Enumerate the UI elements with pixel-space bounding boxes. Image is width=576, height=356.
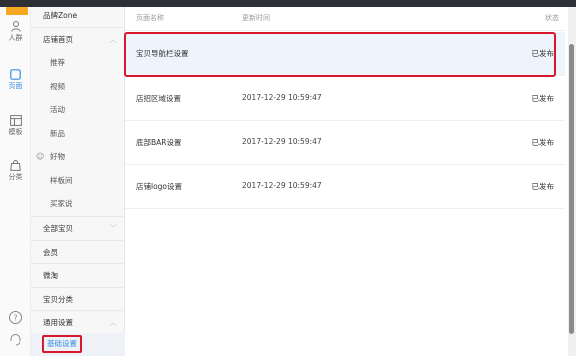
menu-item-showroom[interactable]: 样板间 — [31, 169, 125, 192]
menu-item-activity[interactable]: 活动 — [31, 98, 125, 121]
row-status: 已发布 — [531, 138, 555, 147]
menu-label-showroom: 样板间 — [50, 176, 73, 185]
row-updated: 2017-12-29 10:59:47 — [242, 181, 322, 190]
top-bar — [0, 0, 576, 7]
headset-icon[interactable] — [8, 332, 23, 347]
rail-label-category: 分类 — [8, 173, 23, 181]
row-name: 店招区域设置 — [136, 94, 181, 103]
menu-label-goods: 好物 — [50, 152, 65, 161]
menu-item-basic-settings[interactable]: 基础设置 — [42, 335, 82, 353]
table-row[interactable]: 底部BAR设置 2017-12-29 10:59:47 已发布 — [125, 121, 565, 165]
menu-item-all-items[interactable]: 全部宝贝 ﹀ — [31, 216, 125, 239]
table-row[interactable]: 店铺logo设置 2017-12-29 10:59:47 已发布 — [125, 165, 565, 209]
menu-item-member[interactable]: 会员 — [31, 240, 125, 263]
menu-label-weitao: 微淘 — [43, 271, 58, 280]
chevron-down-icon: ﹀ — [109, 224, 117, 233]
row-status: 已发布 — [531, 182, 555, 191]
menu-label-buyer-says: 买家说 — [50, 199, 73, 208]
menu-label-activity: 活动 — [50, 105, 65, 114]
table-row[interactable]: 店招区域设置 2017-12-29 10:59:47 已发布 — [125, 77, 565, 121]
column-header-updated: 更新时间 — [242, 14, 270, 22]
chevron-up-icon: ︿ — [109, 318, 117, 327]
column-header-status: 状态 — [545, 14, 559, 22]
menu-item-general-settings[interactable]: 通用设置 ︿ — [31, 310, 125, 333]
row-name: 店铺logo设置 — [136, 182, 183, 191]
icon-rail: 人群 页面 模板 分类 ? — [0, 7, 31, 356]
help-icon[interactable]: ? — [8, 310, 23, 325]
rail-item-page[interactable]: 页面 — [0, 69, 31, 91]
row-updated: 2017-12-29 10:59:47 — [242, 93, 322, 102]
menu-label-video: 视频 — [50, 82, 65, 91]
notification-badge — [6, 7, 28, 15]
rail-item-crowd[interactable]: 人群 — [0, 21, 31, 43]
svg-text:?: ? — [13, 314, 17, 323]
menu-label-basic-settings: 基础设置 — [47, 339, 77, 348]
menu-label-general-settings: 通用设置 — [43, 318, 73, 327]
scrollbar-thumb[interactable] — [569, 44, 574, 334]
menu-label-recommend: 推荐 — [50, 58, 65, 67]
menu-item-brand-zone[interactable]: 品牌Zone — [31, 7, 125, 25]
row-name: 宝贝导航栏设置 — [136, 49, 189, 58]
side-menu: 品牌Zone 店铺首页 ︿ 推荐 视频 活动 新品 ☺ 好物 样板间 买家说 全… — [31, 7, 125, 356]
menu-item-store-home[interactable]: 店铺首页 ︿ — [31, 27, 125, 50]
chevron-up-icon: ︿ — [109, 35, 117, 44]
menu-label-item-category: 宝贝分类 — [43, 295, 73, 304]
menu-label-all-items: 全部宝贝 — [43, 224, 73, 233]
menu-label-store-home: 店铺首页 — [43, 35, 73, 44]
template-icon — [9, 115, 22, 126]
menu-item-item-category[interactable]: 宝贝分类 — [31, 287, 125, 310]
menu-item-goods[interactable]: ☺ 好物 — [31, 145, 125, 168]
menu-item-new[interactable]: 新品 — [31, 122, 125, 145]
person-icon — [10, 21, 21, 32]
page-icon — [10, 69, 21, 80]
table-header: 页面名称 更新时间 状态 — [125, 7, 565, 31]
row-status: 已发布 — [531, 94, 555, 103]
menu-label-new: 新品 — [50, 129, 65, 138]
page-list: 页面名称 更新时间 状态 宝贝导航栏设置 已发布 店招区域设置 2017-12-… — [125, 7, 576, 356]
table-row[interactable]: 宝贝导航栏设置 已发布 — [125, 32, 565, 76]
row-name: 底部BAR设置 — [136, 138, 182, 147]
menu-label-brand-zone: 品牌Zone — [43, 11, 78, 20]
menu-item-weitao[interactable]: 微淘 — [31, 263, 125, 286]
row-updated: 2017-12-29 10:59:47 — [242, 137, 322, 146]
column-header-name: 页面名称 — [136, 14, 164, 22]
rail-label-page: 页面 — [8, 82, 23, 90]
row-status: 已发布 — [531, 49, 555, 58]
bag-icon — [10, 160, 21, 171]
rail-label-template: 模板 — [8, 128, 23, 136]
goods-icon: ☺ — [36, 152, 45, 161]
rail-item-category[interactable]: 分类 — [0, 160, 31, 182]
rail-label-crowd: 人群 — [8, 34, 23, 42]
menu-item-buyer-says[interactable]: 买家说 — [31, 192, 125, 215]
rail-item-template[interactable]: 模板 — [0, 115, 31, 137]
menu-item-recommend[interactable]: 推荐 — [31, 51, 125, 74]
menu-label-member: 会员 — [43, 248, 58, 257]
menu-item-video[interactable]: 视频 — [31, 75, 125, 98]
